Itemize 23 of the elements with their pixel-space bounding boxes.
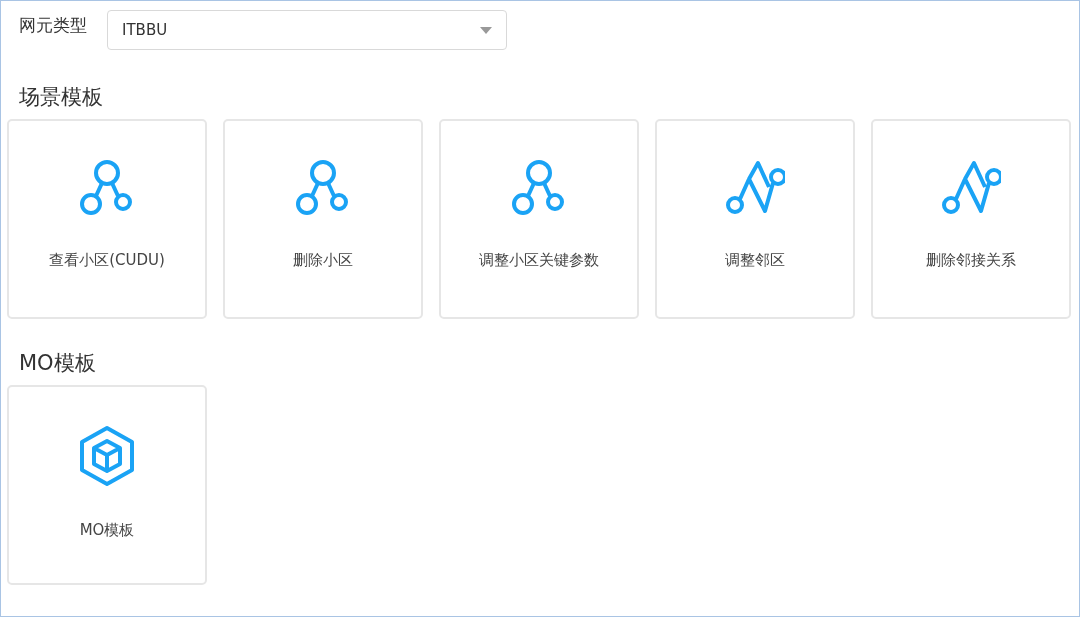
card-label: 调整小区关键参数 <box>479 251 599 270</box>
caret-icon <box>480 26 492 34</box>
ne-type-label: 网元类型 <box>19 13 87 37</box>
card-label: 删除邻接关系 <box>926 251 1016 270</box>
node-graph-icon <box>295 159 351 217</box>
template-card[interactable]: MO模板 <box>7 385 207 585</box>
node-graph-icon <box>511 159 567 217</box>
card-label: 删除小区 <box>293 251 353 270</box>
card-label: 调整邻区 <box>725 251 785 270</box>
template-card[interactable]: 删除邻接关系 <box>871 119 1071 319</box>
ne-type-select[interactable]: ITBBU <box>107 10 507 50</box>
section-title: 场景模板 <box>18 84 104 111</box>
card-label: MO模板 <box>79 521 135 540</box>
card-label: 查看小区(CUDU) <box>49 251 165 270</box>
zigzag-line-icon <box>725 159 785 217</box>
template-card[interactable]: 调整小区关键参数 <box>439 119 639 319</box>
section-title: MO模板 <box>18 350 97 377</box>
node-graph-icon <box>79 159 135 217</box>
template-card[interactable]: 调整邻区 <box>655 119 855 319</box>
template-card[interactable]: 查看小区(CUDU) <box>7 119 207 319</box>
cube-icon <box>78 425 136 487</box>
zigzag-line-icon <box>941 159 1001 217</box>
template-card[interactable]: 删除小区 <box>223 119 423 319</box>
